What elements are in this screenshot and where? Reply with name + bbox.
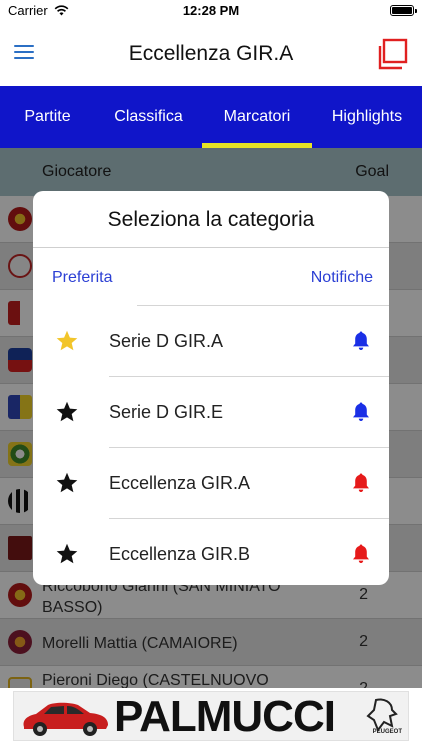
category-label: Eccellenza GIR.A bbox=[109, 473, 251, 493]
copy-icon[interactable] bbox=[376, 38, 408, 70]
favorite-column-label: Preferita bbox=[52, 269, 113, 286]
category-label: Eccellenza GIR.B bbox=[109, 544, 251, 564]
category-label: Serie D GIR.E bbox=[109, 402, 224, 422]
category-item-serie-d-gir-a[interactable]: Serie D GIR.A bbox=[33, 306, 389, 377]
tab-marcatori[interactable]: Marcatori bbox=[202, 86, 312, 148]
ad-banner[interactable]: PALMUCCI PEUGEOT bbox=[0, 688, 422, 750]
ad-brand-text: PALMUCCI bbox=[114, 692, 336, 741]
star-icon[interactable] bbox=[55, 471, 79, 495]
status-time: 12:28 PM bbox=[182, 3, 240, 18]
car-icon bbox=[23, 702, 108, 736]
tab-bar: Partite Classifica Marcatori Highlights bbox=[0, 86, 422, 148]
notifications-column-label: Notifiche bbox=[310, 269, 373, 286]
bell-icon[interactable] bbox=[350, 330, 372, 352]
page-title: Eccellenza GIR.A bbox=[128, 42, 294, 65]
status-bar: Carrier 12:28 PM bbox=[0, 0, 422, 22]
category-modal: Seleziona la categoria Preferita Notific… bbox=[33, 191, 389, 585]
tab-partite[interactable]: Partite bbox=[0, 86, 95, 148]
tab-highlights[interactable]: Highlights bbox=[312, 86, 422, 148]
nav-bar: Eccellenza GIR.A bbox=[0, 22, 422, 86]
category-item-eccellenza-gir-a[interactable]: Eccellenza GIR.A bbox=[33, 448, 389, 519]
bell-icon[interactable] bbox=[350, 543, 372, 565]
category-item-eccellenza-gir-b[interactable]: Eccellenza GIR.B bbox=[33, 519, 389, 585]
modal-title: Seleziona la categoria bbox=[33, 191, 389, 248]
star-icon[interactable] bbox=[55, 329, 79, 353]
tab-classifica[interactable]: Classifica bbox=[95, 86, 202, 148]
bell-icon[interactable] bbox=[350, 472, 372, 494]
star-icon[interactable] bbox=[55, 542, 79, 566]
category-label: Serie D GIR.A bbox=[109, 331, 224, 351]
ad-logo-text: PEUGEOT bbox=[372, 729, 402, 735]
category-item-serie-d-gir-e[interactable]: Serie D GIR.E bbox=[33, 377, 389, 448]
bell-icon[interactable] bbox=[350, 401, 372, 423]
battery-icon bbox=[390, 5, 417, 16]
star-icon[interactable] bbox=[55, 400, 79, 424]
ad-content[interactable]: PALMUCCI PEUGEOT bbox=[13, 691, 409, 741]
